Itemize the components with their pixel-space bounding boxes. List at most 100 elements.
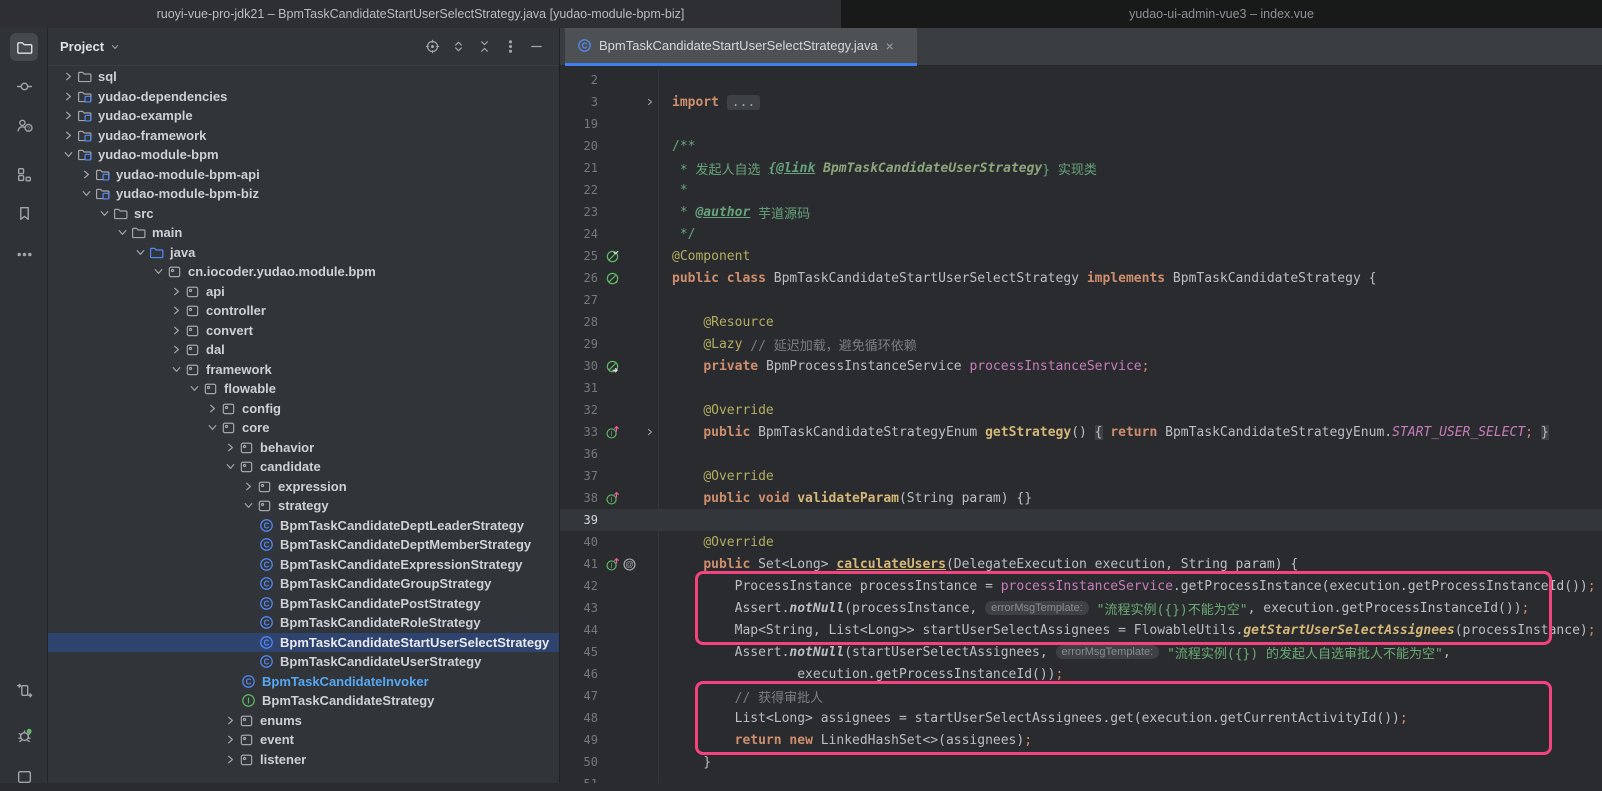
expand-all-icon[interactable]	[447, 36, 469, 58]
tree-item-controller[interactable]: controller	[48, 301, 559, 321]
tree-item-yudao-dependencies[interactable]: yudao-dependencies	[48, 87, 559, 107]
tree-item-BpmTaskCandidateExpressionStrategy[interactable]: CBpmTaskCandidateExpressionStrategy	[48, 555, 559, 575]
chevron-down-icon[interactable]	[150, 264, 166, 280]
tree-item-core[interactable]: core	[48, 418, 559, 438]
tree-item-enums[interactable]: enums	[48, 711, 559, 731]
token-staticm: getStartUserSelectAssignees	[1243, 623, 1454, 638]
tree-item-strategy[interactable]: strategy	[48, 496, 559, 516]
tree-item-config[interactable]: config	[48, 399, 559, 419]
tool-window-button-commit-icon[interactable]	[10, 72, 38, 100]
tool-window-button-structure-icon[interactable]	[10, 160, 38, 188]
implementing-method-icon[interactable]: I	[605, 425, 620, 440]
spring-bean-wire-icon[interactable]	[605, 359, 620, 374]
chevron-down-icon[interactable]	[132, 244, 148, 260]
close-tab-icon[interactable]: ×	[886, 38, 894, 54]
tree-item-sql[interactable]: sql	[48, 67, 559, 87]
tree-item-BpmTaskCandidateInvoker[interactable]: CBpmTaskCandidateInvoker	[48, 672, 559, 692]
tool-window-button-more-tool-windows-icon[interactable]	[10, 240, 38, 268]
tree-item-convert[interactable]: convert	[48, 321, 559, 341]
tree-item-label: BpmTaskCandidateExpressionStrategy	[280, 557, 523, 572]
token-cmt: // 获得审批人	[735, 687, 823, 706]
tree-item-java[interactable]: java	[48, 243, 559, 263]
chevron-right-icon[interactable]	[240, 478, 256, 494]
source-folder-icon	[148, 244, 164, 260]
tree-item-BpmTaskCandidateUserStrategy[interactable]: CBpmTaskCandidateUserStrategy	[48, 652, 559, 672]
annotated-icon[interactable]: @	[622, 557, 637, 572]
spring-bean-icon[interactable]	[605, 271, 620, 286]
chevron-right-icon[interactable]	[168, 342, 184, 358]
chevron-right-icon[interactable]	[60, 88, 76, 104]
tree-item-flowable[interactable]: flowable	[48, 379, 559, 399]
tree-item-yudao-module-bpm[interactable]: yudao-module-bpm	[48, 145, 559, 165]
tree-item-yudao-module-bpm-biz[interactable]: yudao-module-bpm-biz	[48, 184, 559, 204]
chevron-right-icon[interactable]	[60, 69, 76, 85]
tool-window-button-services-icon[interactable]	[10, 676, 38, 704]
token-plain	[672, 425, 703, 440]
chevron-down-icon[interactable]	[240, 498, 256, 514]
chevron-right-icon[interactable]	[222, 732, 238, 748]
tree-item-api[interactable]: api	[48, 282, 559, 302]
options-menu-icon[interactable]	[499, 36, 521, 58]
tree-item-BpmTaskCandidateStrategy[interactable]: IBpmTaskCandidateStrategy	[48, 691, 559, 711]
fold-marker-icon[interactable]	[644, 426, 658, 438]
tree-item-listener[interactable]: listener	[48, 750, 559, 770]
tree-item-cn.iocoder.yudao.module.bpm[interactable]: cn.iocoder.yudao.module.bpm	[48, 262, 559, 282]
tree-item-BpmTaskCandidateStartUserSelectStrategy[interactable]: CBpmTaskCandidateStartUserSelectStrategy	[48, 633, 559, 653]
chevron-right-icon[interactable]	[222, 439, 238, 455]
locate-file-icon[interactable]	[421, 36, 443, 58]
tree-item-yudao-example[interactable]: yudao-example	[48, 106, 559, 126]
tool-window-button-pull-requests-icon[interactable]: ?	[10, 111, 38, 139]
token-plain: BpmProcessInstanceService	[766, 359, 970, 374]
chevron-right-icon[interactable]	[168, 283, 184, 299]
chevron-down-icon[interactable]	[168, 361, 184, 377]
tool-window-button-project-icon[interactable]	[10, 33, 38, 61]
tool-window-button-bookmarks-icon[interactable]	[10, 199, 38, 227]
chevron-down-icon[interactable]	[96, 205, 112, 221]
tree-item-event[interactable]: event	[48, 730, 559, 750]
chevron-right-icon[interactable]	[78, 166, 94, 182]
chevron-right-icon[interactable]	[168, 322, 184, 338]
tree-item-BpmTaskCandidateRoleStrategy[interactable]: CBpmTaskCandidateRoleStrategy	[48, 613, 559, 633]
tree-item-yudao-module-bpm-api[interactable]: yudao-module-bpm-api	[48, 165, 559, 185]
tool-window-button-terminal-icon[interactable]	[10, 763, 38, 791]
tree-item-BpmTaskCandidateDeptMemberStrategy[interactable]: CBpmTaskCandidateDeptMemberStrategy	[48, 535, 559, 555]
spring-bean-check-icon[interactable]	[605, 249, 620, 264]
chevron-down-icon[interactable]	[60, 147, 76, 163]
tree-item-label: flowable	[224, 381, 276, 396]
chevron-right-icon[interactable]	[204, 400, 220, 416]
fold-marker-icon[interactable]	[644, 96, 658, 108]
chevron-right-icon[interactable]	[60, 108, 76, 124]
code-editor[interactable]: 23import ...1920/**21 * 发起人自选 {@link Bpm…	[560, 66, 1602, 783]
line-number: 3	[560, 95, 598, 109]
hide-panel-icon[interactable]	[525, 36, 547, 58]
tree-item-framework[interactable]: framework	[48, 360, 559, 380]
tree-item-candidate[interactable]: candidate	[48, 457, 559, 477]
implementing-method-icon[interactable]: I	[605, 557, 620, 572]
chevron-down-icon[interactable]	[222, 459, 238, 475]
chevron-down-icon[interactable]	[109, 41, 121, 53]
tree-item-behavior[interactable]: behavior	[48, 438, 559, 458]
chevron-down-icon[interactable]	[114, 225, 130, 241]
editor-tab[interactable]: C BpmTaskCandidateStartUserSelectStrateg…	[565, 28, 917, 66]
tree-item-label: yudao-module-bpm-api	[116, 167, 260, 182]
tree-item-BpmTaskCandidateDeptLeaderStrategy[interactable]: CBpmTaskCandidateDeptLeaderStrategy	[48, 516, 559, 536]
implementing-method-icon[interactable]: I	[605, 491, 620, 506]
tree-item-BpmTaskCandidateGroupStrategy[interactable]: CBpmTaskCandidateGroupStrategy	[48, 574, 559, 594]
tree-item-main[interactable]: main	[48, 223, 559, 243]
chevron-right-icon[interactable]	[222, 751, 238, 767]
token-plain	[672, 535, 703, 550]
chevron-right-icon[interactable]	[222, 712, 238, 728]
tree-item-dal[interactable]: dal	[48, 340, 559, 360]
tool-window-button-debug-icon[interactable]	[10, 721, 38, 749]
tree-item-BpmTaskCandidatePostStrategy[interactable]: CBpmTaskCandidatePostStrategy	[48, 594, 559, 614]
collapse-all-icon[interactable]	[473, 36, 495, 58]
tree-item-yudao-framework[interactable]: yudao-framework	[48, 126, 559, 146]
chevron-down-icon[interactable]	[186, 381, 202, 397]
chevron-right-icon[interactable]	[168, 303, 184, 319]
project-panel-title[interactable]: Project	[60, 39, 104, 54]
tree-item-src[interactable]: src	[48, 204, 559, 224]
chevron-down-icon[interactable]	[78, 186, 94, 202]
chevron-down-icon[interactable]	[204, 420, 220, 436]
chevron-right-icon[interactable]	[60, 127, 76, 143]
tree-item-expression[interactable]: expression	[48, 477, 559, 497]
